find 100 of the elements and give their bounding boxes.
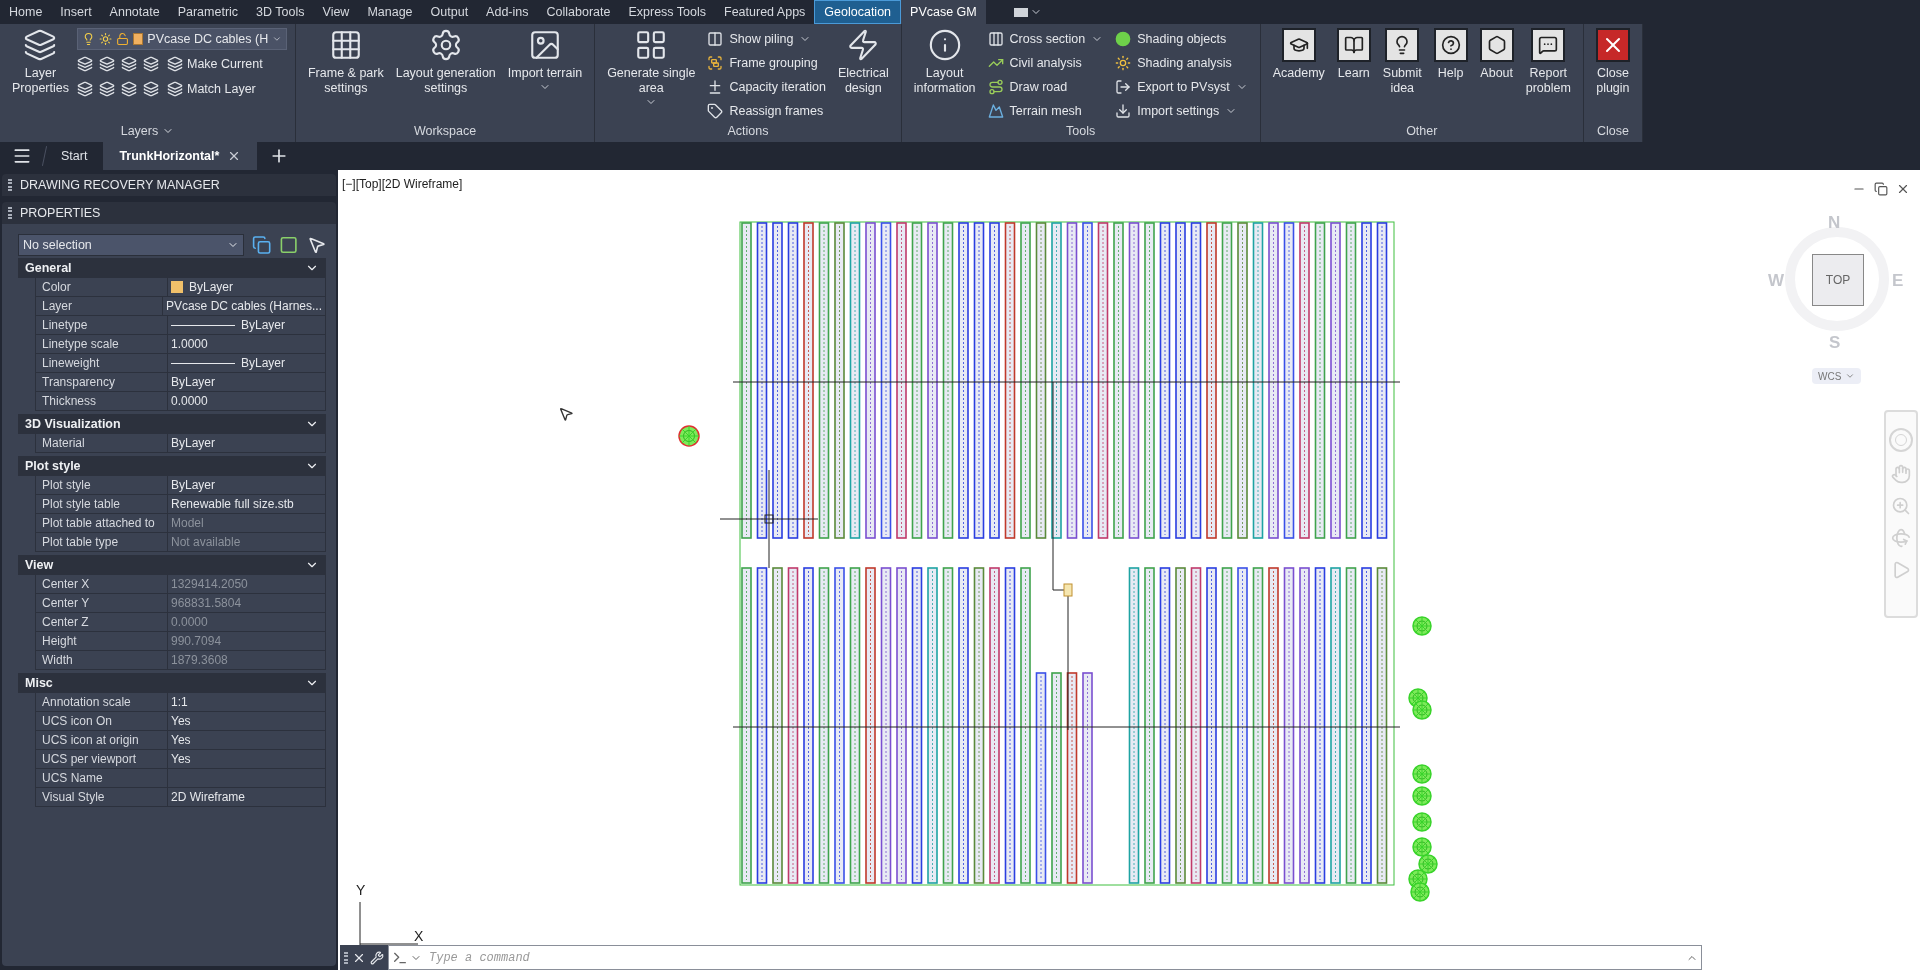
wrench-icon[interactable] bbox=[370, 950, 384, 965]
section-header[interactable]: 3D Visualization bbox=[18, 414, 326, 434]
ribbon-small-button[interactable]: Shading objects bbox=[1111, 28, 1252, 50]
property-label: Plot table type bbox=[36, 533, 168, 551]
ribbon-small-button[interactable]: Frame grouping bbox=[703, 52, 830, 74]
ribbon-button[interactable]: Report problem bbox=[1521, 24, 1575, 96]
layer-tool-icon[interactable] bbox=[143, 81, 159, 97]
ribbon-button[interactable]: Layer Properties bbox=[8, 24, 73, 96]
viewport-controls-label[interactable]: [−][Top][2D Wireframe] bbox=[342, 175, 463, 193]
menu-tab[interactable]: Home bbox=[0, 0, 52, 24]
ribbon-small-button[interactable]: Capacity iteration bbox=[703, 76, 830, 98]
ribbon-small-button[interactable]: Draw road bbox=[983, 76, 1108, 98]
property-label: Linetype bbox=[36, 316, 168, 334]
selection-dropdown[interactable]: No selection bbox=[18, 234, 245, 256]
menu-tab[interactable]: Collaborate bbox=[537, 0, 620, 24]
section-header[interactable]: General bbox=[18, 258, 326, 278]
menu-tab[interactable]: Manage bbox=[358, 0, 422, 24]
ribbon-small-button[interactable]: Shading analysis bbox=[1111, 52, 1252, 74]
ribbon-small-button[interactable]: Civil analysis bbox=[983, 52, 1108, 74]
ribbon-button[interactable]: Import terrain bbox=[503, 24, 587, 93]
close-icon[interactable] bbox=[1896, 182, 1910, 196]
ribbon-small-button[interactable]: Export to PVsyst bbox=[1111, 76, 1252, 98]
terminal-icon[interactable] bbox=[392, 950, 408, 966]
ribbon-button[interactable]: Layout generation settings bbox=[391, 24, 500, 96]
menu-tab[interactable]: Add-ins bbox=[477, 0, 538, 24]
ribbon-button[interactable]: Help bbox=[1429, 24, 1472, 81]
layer-tool-icon[interactable] bbox=[99, 81, 115, 97]
layer-dropdown[interactable]: PVcase DC cables (H bbox=[77, 28, 287, 50]
layer-tool-icon[interactable] bbox=[99, 56, 115, 72]
menu-tab[interactable]: Geolocation bbox=[814, 0, 902, 24]
layer-tool-icon[interactable] bbox=[77, 81, 93, 97]
layer-action-button[interactable]: Match Layer bbox=[167, 78, 256, 100]
palette-header[interactable]: DRAWING RECOVERY MANAGER bbox=[2, 174, 336, 196]
ribbon-button[interactable]: Learn bbox=[1332, 24, 1375, 81]
drawing-canvas[interactable]: [−][Top][2D Wireframe] N W TOP E S WCS Y X Type a command bbox=[338, 170, 1920, 970]
menu-tab[interactable]: Insert bbox=[51, 0, 101, 24]
ribbon-button[interactable]: Electrical design bbox=[834, 24, 893, 96]
viewcube-face[interactable]: TOP bbox=[1812, 254, 1864, 306]
layer-tool-icon[interactable] bbox=[121, 56, 137, 72]
add-selection-icon[interactable] bbox=[252, 235, 272, 255]
grip-icon[interactable] bbox=[344, 951, 348, 964]
ribbon-button[interactable]: Close plugin bbox=[1591, 24, 1634, 96]
property-value: ByLayer bbox=[171, 435, 216, 452]
tag-icon bbox=[707, 103, 724, 119]
property-value: ByLayer bbox=[241, 317, 286, 334]
grip-icon[interactable] bbox=[8, 207, 12, 219]
layer-action-button[interactable]: Make Current bbox=[167, 53, 263, 75]
menu-tab[interactable]: PVcase GM bbox=[901, 0, 986, 24]
layer-tool-icon[interactable] bbox=[121, 81, 137, 97]
mountain-icon bbox=[987, 103, 1004, 119]
ribbon-button[interactable]: About bbox=[1475, 24, 1518, 81]
panel-title[interactable]: Tools bbox=[1066, 121, 1096, 141]
panel-title[interactable]: Other bbox=[1406, 121, 1438, 141]
menu-icon bbox=[12, 146, 32, 166]
layer-tool-icon[interactable] bbox=[77, 56, 93, 72]
menu-tab[interactable]: Express Tools bbox=[619, 0, 716, 24]
command-input[interactable]: Type a command bbox=[388, 945, 1702, 970]
ribbon-small-button[interactable]: Show piling bbox=[703, 28, 830, 50]
ribbon-button[interactable]: Layout information bbox=[909, 24, 980, 96]
menu-tab[interactable]: Output bbox=[421, 0, 478, 24]
property-value: 1.0000 bbox=[171, 336, 208, 353]
section-header[interactable]: Plot style bbox=[18, 456, 326, 476]
menu-tab[interactable]: Featured Apps bbox=[715, 0, 815, 24]
info-icon bbox=[927, 28, 962, 62]
ribbon-small-button[interactable]: Terrain mesh bbox=[983, 100, 1108, 122]
menu-tab[interactable]: Parametric bbox=[168, 0, 248, 24]
ribbon-small-button[interactable]: Import settings bbox=[1111, 100, 1252, 122]
ribbon-button[interactable]: Generate single area bbox=[603, 24, 700, 108]
panel-title[interactable]: Close bbox=[1596, 121, 1629, 141]
layer-tool-icon[interactable] bbox=[143, 56, 159, 72]
ribbon-button[interactable]: Academy bbox=[1268, 24, 1329, 81]
wcs-dropdown[interactable]: WCS bbox=[1812, 368, 1862, 384]
panel-title[interactable]: Workspace bbox=[413, 121, 477, 141]
file-tab[interactable]: Start bbox=[45, 142, 104, 170]
restore-icon[interactable] bbox=[1874, 182, 1888, 196]
panel-title[interactable]: Actions bbox=[727, 121, 769, 141]
property-label: Lineweight bbox=[36, 354, 168, 372]
axis-label: Y bbox=[356, 883, 366, 897]
panel-title[interactable]: Layers bbox=[120, 121, 175, 141]
menu-tab[interactable]: 3D Tools bbox=[247, 0, 314, 24]
frame-group-icon bbox=[707, 55, 724, 71]
ribbon-small-button[interactable]: Reassign frames bbox=[703, 100, 830, 122]
ribbon-button[interactable]: Submit idea bbox=[1378, 24, 1426, 96]
property-value: Yes bbox=[171, 732, 191, 749]
ribbon-small-button[interactable]: Cross section bbox=[983, 28, 1108, 50]
select-objects-icon[interactable] bbox=[279, 235, 299, 255]
section-header[interactable]: Misc bbox=[18, 673, 326, 693]
book-icon bbox=[1336, 28, 1371, 62]
property-value: ByLayer bbox=[241, 355, 286, 372]
palette-header[interactable]: PROPERTIES bbox=[2, 202, 336, 224]
property-label: Layer bbox=[36, 297, 163, 315]
ribbon-button[interactable]: Frame & park settings bbox=[304, 24, 388, 96]
menu-tab[interactable]: View bbox=[313, 0, 359, 24]
property-value: 1879.3608 bbox=[171, 652, 228, 669]
grip-icon[interactable] bbox=[8, 179, 12, 191]
section-header[interactable]: View bbox=[18, 555, 326, 575]
axis-label: X bbox=[414, 929, 424, 943]
menu-tab[interactable]: Annotate bbox=[100, 0, 169, 24]
property-label: Center Y bbox=[36, 594, 168, 612]
file-tab[interactable]: TrunkHorizontal* bbox=[103, 142, 258, 170]
